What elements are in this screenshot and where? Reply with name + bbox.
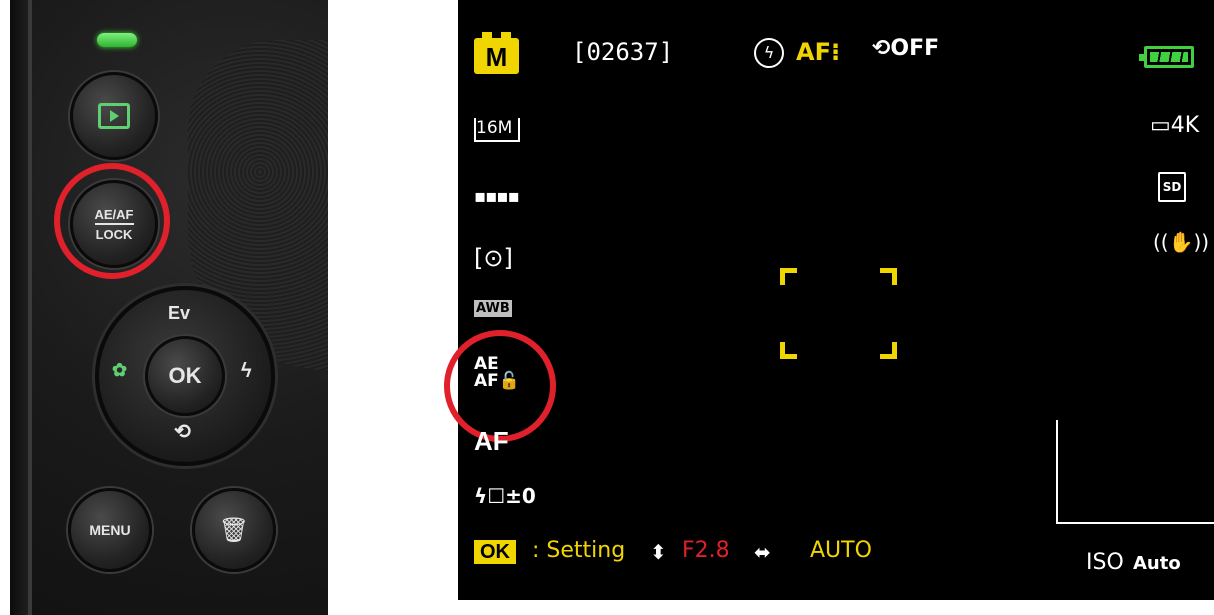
iso-value: Auto (1133, 553, 1181, 574)
self-timer-off-icon: ⟲OFF (872, 36, 940, 61)
ae-af-lock-button[interactable]: AE/AF LOCK (70, 180, 158, 268)
af-assist-icon: AF⁝ (796, 38, 841, 66)
iso-label: ISO (1086, 550, 1124, 575)
setting-label: : Setting (532, 538, 626, 563)
ae-af-label: AE/AF (94, 207, 134, 225)
battery-icon (1139, 46, 1194, 68)
status-led (97, 33, 137, 47)
af-frame-corner (880, 342, 897, 359)
af-frame-corner (780, 342, 797, 359)
shooting-mode-badge: M (474, 32, 519, 74)
stabilizer-icon: ((✋)) (1153, 230, 1210, 254)
self-timer-icon[interactable]: ⟲ (174, 419, 191, 444)
flash-icon[interactable]: ϟ (241, 360, 252, 383)
ae-af-lock-icon: AE AF🔓 (474, 356, 520, 390)
menu-button[interactable]: MENU (68, 488, 152, 572)
shutter-value: AUTO (810, 538, 872, 563)
af-frame-corner (880, 268, 897, 285)
macro-icon[interactable]: ✿ (112, 360, 127, 381)
resolution-icon: 16M (474, 118, 521, 142)
aperture-value: F2.8 (682, 538, 730, 563)
histogram-box (1056, 420, 1214, 524)
white-balance-icon: AWB (474, 300, 512, 317)
trash-icon: 🗑 (218, 516, 250, 544)
ok-badge: OK (474, 540, 516, 564)
playback-button[interactable] (70, 72, 158, 160)
camera-body: AE/AF LOCK Ev ✿ ϟ ⟲ OK MENU 🗑 (10, 0, 328, 615)
flash-off-icon: ϟ (754, 38, 784, 68)
body-edge-highlight (28, 0, 32, 615)
ok-button[interactable]: OK (145, 336, 225, 416)
delete-button[interactable]: 🗑 (192, 488, 276, 572)
remaining-shots: [02637] (572, 38, 674, 66)
af-unlock-label: AF🔓 (474, 371, 520, 391)
flash-compensation-icon: ϟ☐±0 (474, 484, 536, 508)
metering-icon: [⊙] (474, 244, 513, 272)
resolution-label: 16M (474, 118, 521, 142)
video-resolution-icon: ▭4K (1150, 113, 1200, 138)
af-mode-icon: AF (474, 426, 509, 456)
playback-icon (98, 103, 130, 129)
af-frame-corner (780, 268, 797, 285)
quality-icon: ▪▪▪▪ (474, 186, 520, 207)
sd-card-icon: SD (1158, 172, 1186, 202)
lock-label: LOCK (95, 226, 133, 242)
left-right-arrow-icon: ⬌ (754, 540, 771, 564)
lcd-screen: M [02637] ϟ AF⁝ ⟲OFF 16M ▪▪▪▪ [⊙] AWB AE… (444, 0, 1214, 600)
up-down-arrow-icon: ⬍ (650, 540, 667, 564)
dpad-ev-label[interactable]: Ev (168, 303, 190, 324)
